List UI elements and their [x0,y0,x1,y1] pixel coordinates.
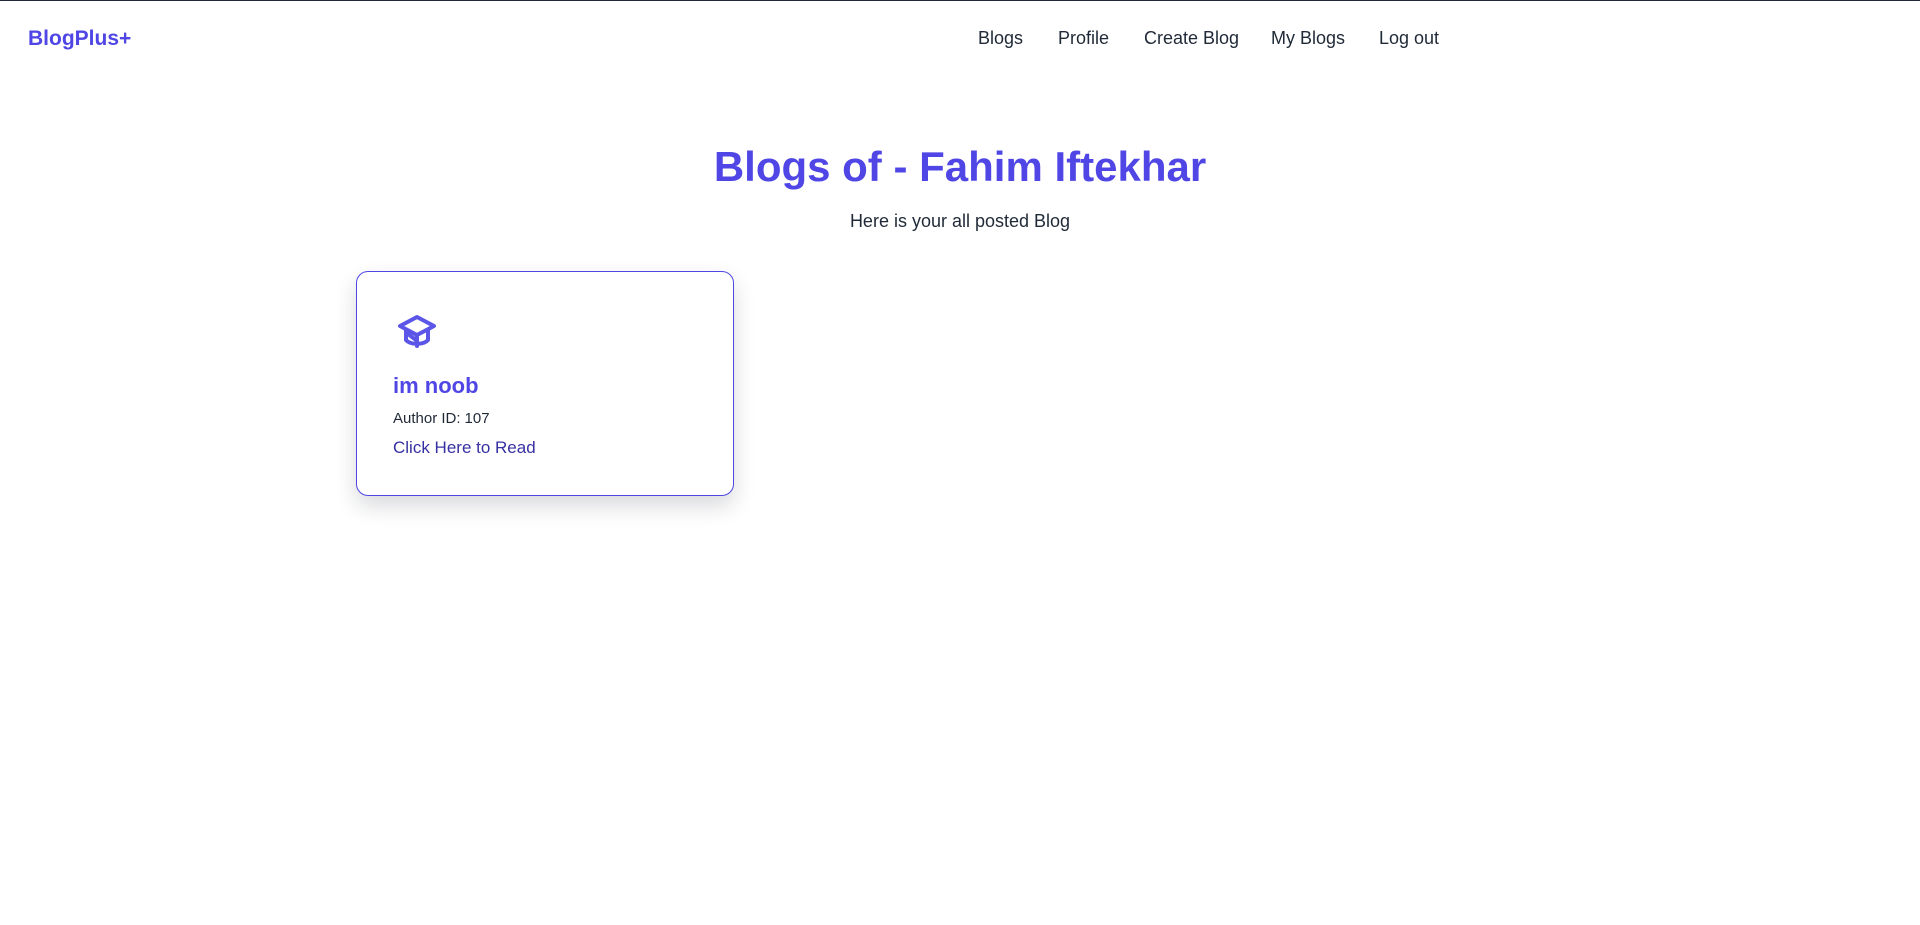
read-blog-link[interactable]: Click Here to Read [393,438,536,458]
nav-link-my-blogs[interactable]: My Blogs [1271,28,1345,49]
blog-title: im noob [393,373,479,398]
nav-links: Blogs Profile Create Blog My Blogs Log o… [0,28,1920,52]
nav-link-blogs[interactable]: Blogs [978,28,1023,49]
author-id-value: 107 [464,410,490,427]
nav-link-log-out[interactable]: Log out [1379,28,1439,49]
author-id-label: Author ID: [393,410,461,427]
page-subtitle: Here is your all posted Blog [849,211,1071,231]
blog-card: im noob Author ID: 107 Click Here to Read [356,271,734,496]
graduation-cap-icon [396,312,438,352]
navbar: BlogPlus+ Blogs Profile Create Blog My B… [0,1,1920,75]
author-id: Author ID: 107 [393,410,490,427]
nav-link-create-blog[interactable]: Create Blog [1144,28,1239,49]
nav-link-profile[interactable]: Profile [1058,28,1109,49]
page-title: Blogs of - Fahim Iftekhar [713,143,1207,190]
